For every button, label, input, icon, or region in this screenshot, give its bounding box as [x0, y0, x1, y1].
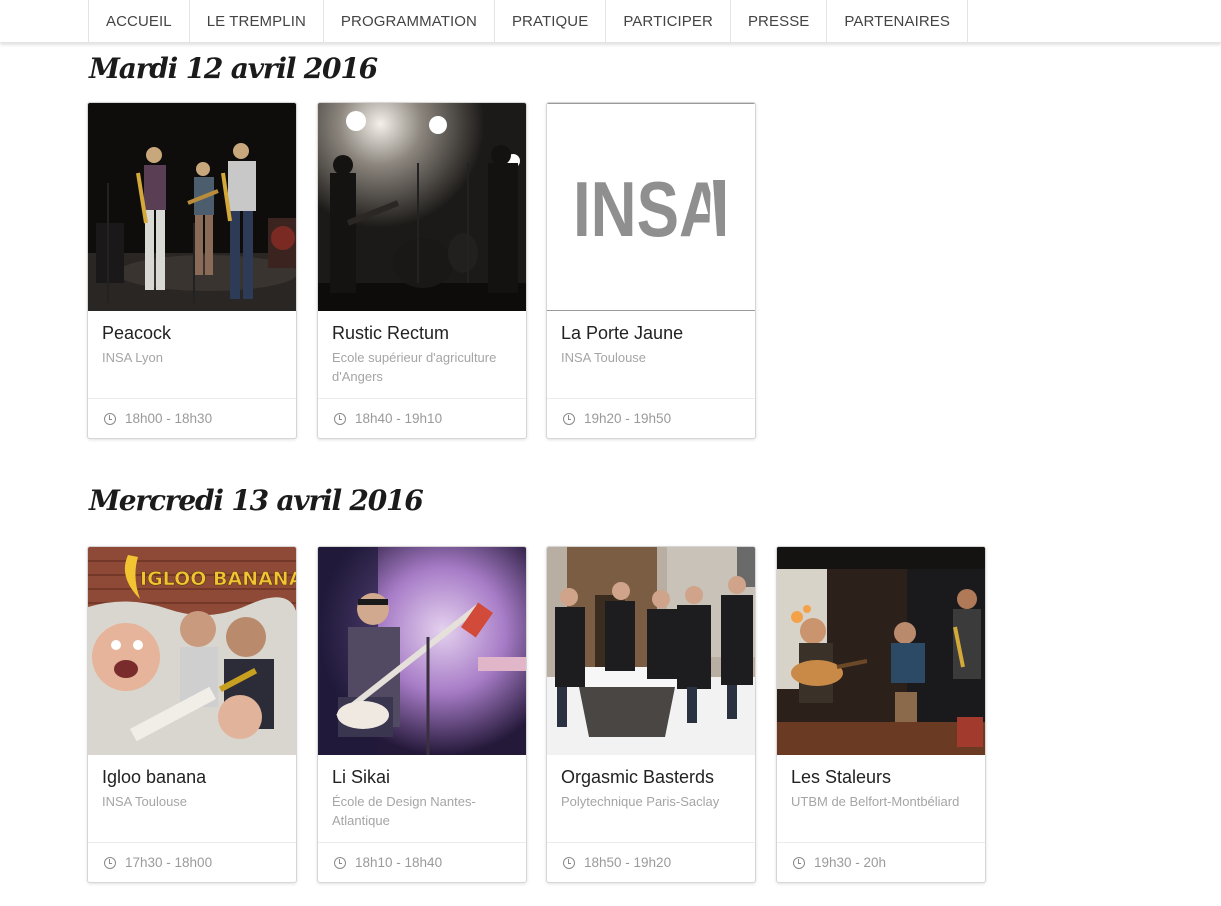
band-poster-photo: IGLOO BANANA: [88, 547, 296, 755]
band-name[interactable]: Peacock: [102, 323, 171, 344]
top-navigation: ACCUEIL LE TREMPLIN PROGRAMMATION PRATIQ…: [0, 0, 1221, 43]
card-footer: 18h50 - 19h20: [547, 842, 755, 882]
clock-icon: [793, 857, 805, 869]
nav-item-programmation[interactable]: PROGRAMMATION: [322, 0, 494, 42]
set-time: 17h30 - 18h00: [125, 855, 213, 870]
band-backlit-smoke-photo: [318, 103, 526, 311]
card-footer: 19h30 - 20h: [777, 842, 985, 882]
band-in-bar-photo: [777, 547, 985, 755]
card-footer: 18h00 - 18h30: [88, 398, 296, 438]
band-school: INSA Toulouse: [561, 350, 647, 365]
clock-icon: [104, 413, 116, 425]
band-card-rustic-rectum[interactable]: Rustic Rectum Ecole supérieur d'agricult…: [317, 102, 527, 439]
card-footer: 17h30 - 18h00: [88, 842, 296, 882]
set-time: 18h00 - 18h30: [125, 411, 213, 426]
band-school: UTBM de Belfort-Montbéliard: [791, 794, 960, 809]
insa-logo: INSA: [547, 103, 755, 311]
band-school: Polytechnique Paris-Saclay: [561, 794, 720, 809]
poster-title-text: IGLOO BANANA: [140, 568, 296, 590]
band-name[interactable]: Orgasmic Basterds: [561, 767, 714, 788]
card-footer: 18h40 - 19h10: [318, 398, 526, 438]
clock-icon: [563, 413, 575, 425]
band-name[interactable]: Igloo banana: [102, 767, 206, 788]
set-time: 18h10 - 18h40: [355, 855, 443, 870]
band-school: Ecole supérieur d'agriculture d'Angers: [332, 350, 497, 384]
band-school: École de Design Nantes-Atlantique: [332, 794, 476, 828]
clock-icon: [104, 857, 116, 869]
nav-item-participer[interactable]: PARTICIPER: [605, 0, 730, 42]
band-card-les-staleurs[interactable]: Les Staleurs UTBM de Belfort-Montbéliard…: [776, 546, 986, 883]
band-name[interactable]: Li Sikai: [332, 767, 390, 788]
band-card-peacock[interactable]: Peacock INSA Lyon 18h00 - 18h30: [87, 102, 297, 439]
band-name[interactable]: Les Staleurs: [791, 767, 891, 788]
nav-menu: ACCUEIL LE TREMPLIN PROGRAMMATION PRATIQ…: [88, 0, 968, 42]
band-name[interactable]: La Porte Jaune: [561, 323, 683, 344]
band-card-igloo-banana[interactable]: IGLOO BANANA Igloo banana INSA Toulouse …: [87, 546, 297, 883]
band-name[interactable]: Rustic Rectum: [332, 323, 449, 344]
set-time: 18h40 - 19h10: [355, 411, 443, 426]
nav-item-partenaires[interactable]: PARTENAIRES: [826, 0, 968, 42]
set-time: 18h50 - 19h20: [584, 855, 672, 870]
band-on-stage-photo: [88, 103, 296, 311]
band-in-snow-photo: [547, 547, 755, 755]
clock-icon: [563, 857, 575, 869]
nav-item-le-tremplin[interactable]: LE TREMPLIN: [188, 0, 323, 42]
guitarist-purple-smoke-photo: [318, 547, 526, 755]
nav-item-accueil[interactable]: ACCUEIL: [88, 0, 189, 42]
day-heading: Mercredi 13 avril 2016: [89, 484, 424, 517]
set-time: 19h20 - 19h50: [584, 411, 672, 426]
insa-logo-text: INSA: [573, 165, 725, 253]
nav-item-pratique[interactable]: PRATIQUE: [493, 0, 605, 42]
day-heading: Mardi 12 avril 2016: [89, 52, 378, 85]
band-school: INSA Lyon: [102, 350, 163, 365]
clock-icon: [334, 857, 346, 869]
band-card-li-sikai[interactable]: Li Sikai École de Design Nantes-Atlantiq…: [317, 546, 527, 883]
band-card-orgasmic-basterds[interactable]: Orgasmic Basterds Polytechnique Paris-Sa…: [546, 546, 756, 883]
card-footer: 19h20 - 19h50: [547, 398, 755, 438]
set-time: 19h30 - 20h: [814, 855, 887, 870]
clock-icon: [334, 413, 346, 425]
nav-item-presse[interactable]: PRESSE: [729, 0, 826, 42]
card-footer: 18h10 - 18h40: [318, 842, 526, 882]
band-school: INSA Toulouse: [102, 794, 188, 809]
band-card-la-porte-jaune[interactable]: INSA La Porte Jaune INSA Toulouse 19h20 …: [546, 102, 756, 439]
